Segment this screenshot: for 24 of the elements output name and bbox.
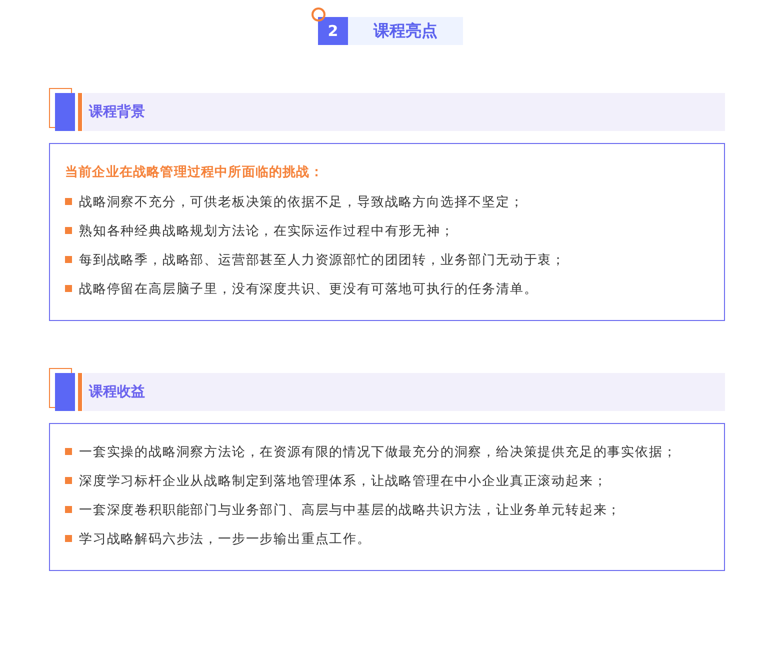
subsection-title: 课程背景 — [83, 93, 725, 131]
list-text: 熟知各种经典战略规划方法论，在实际运作过程中有形无神； — [79, 224, 454, 239]
list-text: 一套深度卷积职能部门与业务部门、高层与中基层的战略共识方法，让业务单元转起来； — [79, 503, 622, 518]
list-text: 每到战略季，战略部、运营部甚至人力资源部忙的团团转，业务部门无动于衷； — [79, 253, 566, 268]
bullet-icon — [65, 506, 72, 513]
list-text: 学习战略解码六步法，一步一步输出重点工作。 — [79, 532, 371, 547]
bullet-icon — [65, 476, 72, 484]
ring-icon — [311, 7, 326, 22]
list-text: 战略停留在高层脑子里，没有深度共识、更没有可落地可执行的任务清单。 — [79, 282, 538, 297]
section-heading: 课程亮点 — [348, 17, 463, 45]
heading-decoration-drawing — [49, 368, 83, 411]
list-text: 一套实操的战略洞察方法论，在资源有限的情况下做最充分的洞察，给决策提供充足的事实依据； — [79, 445, 677, 460]
bullet-icon — [65, 448, 72, 455]
heading-decoration-drawing — [49, 88, 83, 131]
list-text: 深度学习标杆企业从战略制定到落地管理体系，让战略管理在中小企业真正滚动起来； — [79, 474, 608, 489]
bullet-icon — [65, 534, 72, 542]
section-number: 2 — [318, 17, 348, 45]
bullet-icon — [65, 284, 72, 292]
subsection-title: 课程收益 — [83, 373, 725, 411]
bullet-icon — [65, 256, 72, 263]
lead-text: 当前企业在战略管理过程中所面临的挑战： — [65, 164, 324, 182]
list-text: 战略洞察不充分，可供老板决策的依据不足，导致战略方向选择不坚定； — [79, 195, 524, 210]
bullet-icon — [65, 198, 72, 205]
bullet-icon — [65, 226, 72, 234]
